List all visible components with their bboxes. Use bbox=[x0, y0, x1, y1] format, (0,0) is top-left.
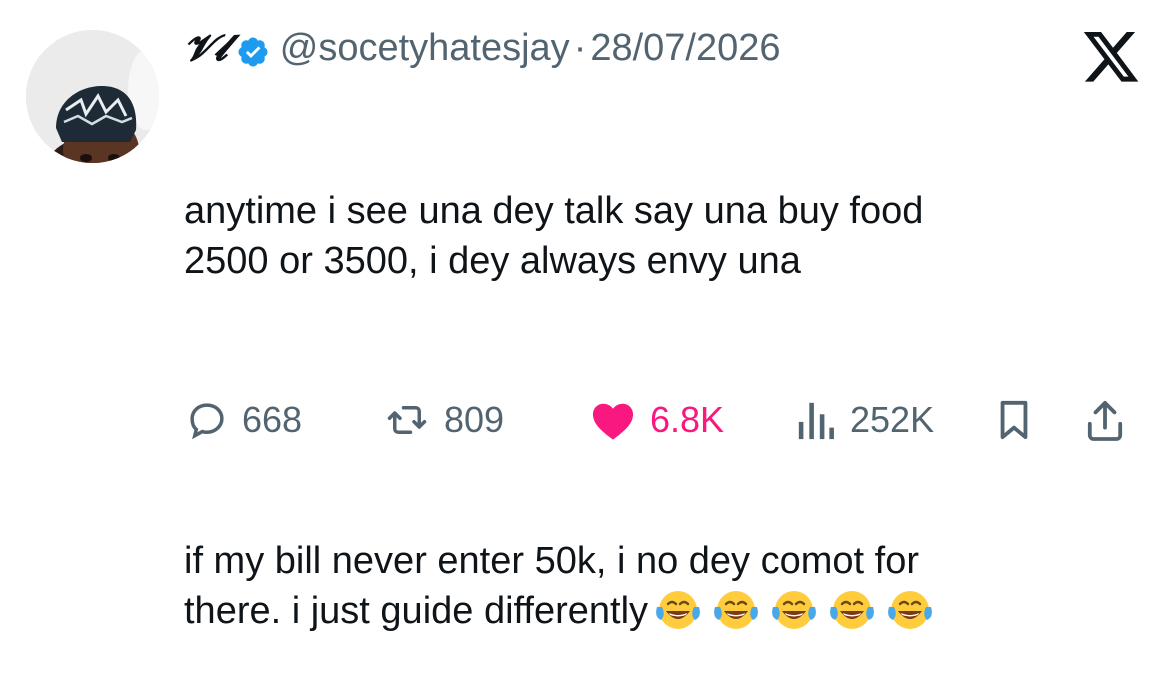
face-with-tears-of-joy-icon bbox=[772, 591, 816, 629]
retweet-count: 809 bbox=[444, 399, 505, 440]
separator: · bbox=[573, 27, 587, 69]
bookmark-button[interactable] bbox=[998, 392, 1030, 448]
like-count: 6.8K bbox=[650, 399, 725, 440]
like-button[interactable]: 6.8K bbox=[590, 392, 724, 448]
heart-icon bbox=[592, 403, 634, 440]
tweet-paragraph-2: if my bill never enter 50k, i no dey com… bbox=[184, 536, 1104, 636]
handle[interactable]: @socetyhatesjay bbox=[280, 22, 570, 74]
share-icon bbox=[1087, 401, 1123, 441]
reply-icon bbox=[190, 403, 224, 440]
emoji-row bbox=[652, 587, 936, 633]
verified-badge-icon bbox=[236, 31, 270, 67]
tweet-header: 𝓥𝓵 @socetyhatesjay · 28/07/2026 bbox=[184, 22, 781, 74]
views-icon bbox=[798, 402, 834, 440]
face-with-tears-of-joy-icon bbox=[888, 591, 932, 629]
view-count: 252K bbox=[850, 399, 935, 440]
tweet-text: anytime i see una dey talk say una buy f… bbox=[184, 86, 1104, 686]
reply-button[interactable]: 668 bbox=[186, 392, 302, 448]
x-logo-icon bbox=[1083, 32, 1141, 84]
bookmark-icon bbox=[1000, 400, 1028, 440]
retweet-button[interactable]: 809 bbox=[384, 392, 504, 448]
face-with-tears-of-joy-icon bbox=[714, 591, 758, 629]
tweet-paragraph: anytime i see una dey talk say una buy f… bbox=[184, 190, 924, 282]
face-with-tears-of-joy-icon bbox=[656, 591, 700, 629]
retweet-icon bbox=[387, 406, 427, 434]
reply-count: 668 bbox=[242, 399, 303, 440]
face-with-tears-of-joy-icon bbox=[830, 591, 874, 629]
share-button[interactable] bbox=[1086, 392, 1124, 448]
avatar[interactable] bbox=[26, 30, 159, 163]
views-button[interactable]: 252K bbox=[796, 392, 934, 448]
tweet-date[interactable]: 28/07/2026 bbox=[590, 22, 780, 74]
display-name[interactable]: 𝓥𝓵 bbox=[184, 22, 228, 74]
tweet-actions: 668 809 6.8K 252K bbox=[184, 392, 1144, 448]
